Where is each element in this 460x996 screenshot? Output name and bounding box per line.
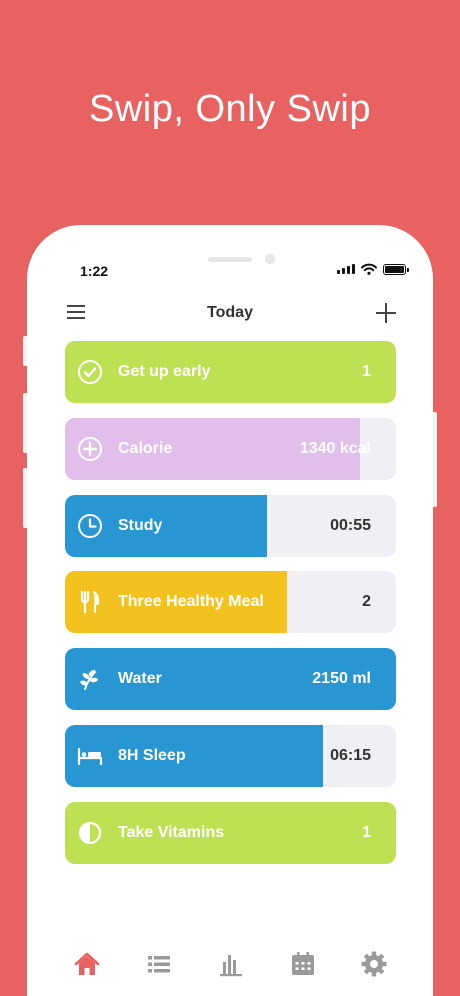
habit-value: 06:15 xyxy=(330,746,371,764)
tab-home[interactable] xyxy=(72,949,102,979)
habit-label: Calorie xyxy=(118,439,173,457)
habit-row-study[interactable]: Study 00:55 xyxy=(65,494,396,557)
habit-value: 00:55 xyxy=(330,516,371,534)
wifi-icon xyxy=(361,263,377,275)
habit-label: Water xyxy=(118,670,162,688)
half-circle-icon xyxy=(78,821,102,844)
habit-value: 1 xyxy=(362,363,371,380)
habit-value: 2 xyxy=(362,593,371,611)
habit-label: Get up early xyxy=(118,363,211,380)
habit-value: 1340 kcal xyxy=(299,439,371,457)
habit-label: Study xyxy=(118,516,163,534)
battery-icon xyxy=(383,263,409,275)
habit-row-8h-sleep[interactable]: 8H Sleep 06:15 xyxy=(65,724,396,787)
habit-progress-fill xyxy=(65,801,396,864)
habit-list: Get up early 1 Calorie 1340 kcal Study 00:55 T… xyxy=(65,341,396,879)
cellular-signal-icon xyxy=(337,264,355,274)
tab-gear[interactable] xyxy=(359,949,389,979)
promo-headline: Swip, Only Swip xyxy=(88,88,372,130)
habit-label: Three Healthy Meal xyxy=(118,593,264,611)
bar-chart-icon xyxy=(220,955,242,977)
status-icons xyxy=(337,263,409,275)
tab-bar xyxy=(27,949,433,989)
habit-row-get-up-early[interactable]: Get up early 1 xyxy=(65,341,396,403)
phone-speaker xyxy=(208,257,252,262)
habit-row-take-vitamins[interactable]: Take Vitamins 1 xyxy=(65,801,396,864)
fork-knife-icon xyxy=(80,591,100,614)
habit-value: 1 xyxy=(362,823,371,841)
habit-label: Take Vitamins xyxy=(118,823,225,841)
list-icon xyxy=(148,956,170,973)
tab-list[interactable] xyxy=(144,949,174,979)
habit-row-water[interactable]: Water 2150 ml xyxy=(65,648,396,711)
tab-calendar[interactable] xyxy=(288,949,318,979)
leaf-icon xyxy=(80,670,98,691)
tab-bar-chart[interactable] xyxy=(216,949,246,979)
page-title: Today xyxy=(207,304,253,321)
habit-progress-fill xyxy=(65,724,324,787)
calendar-icon xyxy=(292,952,314,975)
habit-value: 2150 ml xyxy=(312,670,371,688)
habit-row-calorie[interactable]: Calorie 1340 kcal xyxy=(65,417,396,480)
home-icon xyxy=(74,952,100,975)
bed-icon xyxy=(77,747,103,766)
habit-label: 8H Sleep xyxy=(118,746,186,764)
phone-camera xyxy=(265,254,275,264)
phone-screen: 1:22 Today Get up early 1 Calorie 1340 kcal… xyxy=(27,225,433,996)
nav-bar: Today xyxy=(27,299,433,329)
clock-icon xyxy=(78,513,102,538)
check-circle-icon xyxy=(78,360,102,384)
status-time: 1:22 xyxy=(80,263,109,279)
gear-icon xyxy=(361,951,387,977)
habit-progress-fill xyxy=(65,341,396,403)
habit-row-three-healthy-meal[interactable]: Three Healthy Meal 2 xyxy=(65,571,396,634)
add-habit-button[interactable] xyxy=(376,303,396,323)
plus-circle-icon xyxy=(78,436,102,461)
